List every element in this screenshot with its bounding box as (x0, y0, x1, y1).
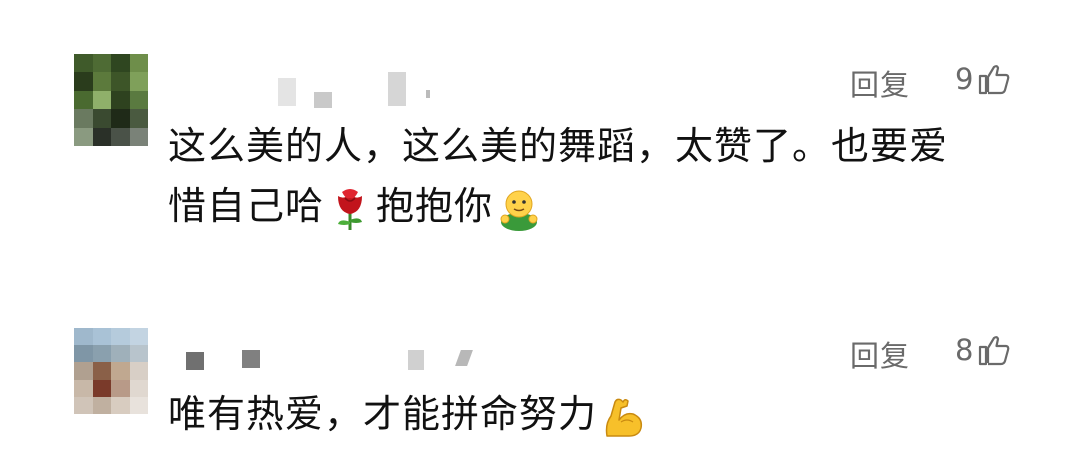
comment-text: 这么美的人，这么美的舞蹈，太赞了。也要爱 惜自己哈 抱抱你 (168, 116, 1048, 236)
reply-button[interactable]: 回复 (850, 62, 910, 104)
comment-text: 唯有热爱，才能拼命努力 (168, 384, 1048, 444)
comment-text-line: 惜自己哈 抱抱你 (168, 176, 1048, 236)
comment-text-fragment: 抱抱你 (376, 184, 494, 228)
like-count: 9 (955, 62, 974, 96)
thumbs-up-icon[interactable] (977, 333, 1011, 367)
comment-text-line: 这么美的人，这么美的舞蹈，太赞了。也要爱 (168, 124, 949, 168)
username-blurred[interactable] (170, 66, 470, 108)
rose-icon (328, 186, 372, 232)
like-count: 8 (955, 333, 974, 367)
comment-text-line: 唯有热爱，才能拼命努力 (168, 392, 598, 436)
like-button[interactable]: 9 (955, 62, 1011, 96)
like-button[interactable]: 8 (955, 333, 1011, 367)
comment-text-fragment: 惜自己哈 (168, 184, 325, 228)
reply-button[interactable]: 回复 (850, 333, 910, 375)
comment-item: 回复 9 这么美的人，这么美的舞蹈，太赞了。也要爱 惜自己哈 抱抱你 (0, 0, 1080, 290)
username-blurred[interactable] (170, 342, 490, 382)
avatar[interactable] (74, 328, 148, 414)
thumbs-up-icon[interactable] (977, 62, 1011, 96)
hugging-face-icon (497, 186, 541, 232)
avatar[interactable] (74, 54, 148, 146)
flexed-biceps-icon (601, 394, 645, 440)
comment-item: 回复 8 唯有热爱，才能拼命努力 (0, 290, 1080, 451)
